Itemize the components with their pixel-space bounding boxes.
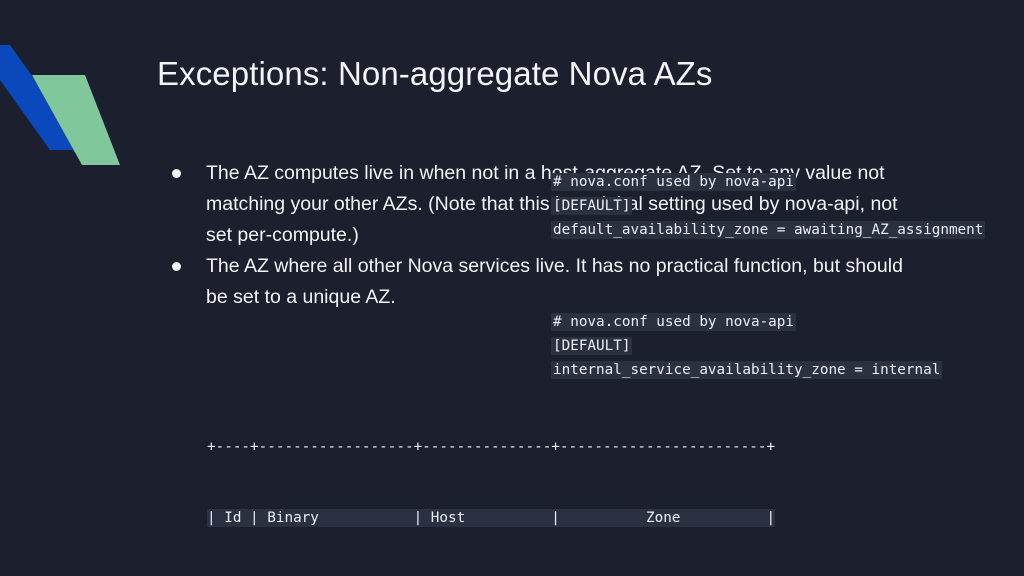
code-line: [DEFAULT] [551,337,633,355]
presentation-slide: Exceptions: Non-aggregate Nova AZs The A… [0,0,1024,576]
code-line: default_availability_zone = awaiting_AZ_… [551,221,986,239]
brand-logo-icon [0,45,120,165]
table-border-top: +----+------------------+---------------… [207,439,776,456]
code-line: [DEFAULT] [551,197,633,215]
code-line: internal_service_availability_zone = int… [551,361,943,379]
code-line: # nova.conf used by nova-api [551,173,797,191]
bullet-dot-icon [172,262,181,271]
code-snippet-default-az: # nova.conf used by nova-api [DEFAULT] d… [551,170,986,242]
list-item: The AZ where all other Nova services liv… [168,251,928,313]
code-snippet-internal-az: # nova.conf used by nova-api [DEFAULT] i… [551,310,943,382]
brand-logo [0,30,140,165]
table-header-row: | Id | Binary | Host | Zone | [207,508,776,527]
bullet-dot-icon [172,169,181,178]
code-line: # nova.conf used by nova-api [551,313,797,331]
nova-service-list-table: +----+------------------+---------------… [207,389,776,576]
list-item-label: The AZ where all other Nova services liv… [206,255,903,308]
page-title: Exceptions: Non-aggregate Nova AZs [157,55,713,92]
